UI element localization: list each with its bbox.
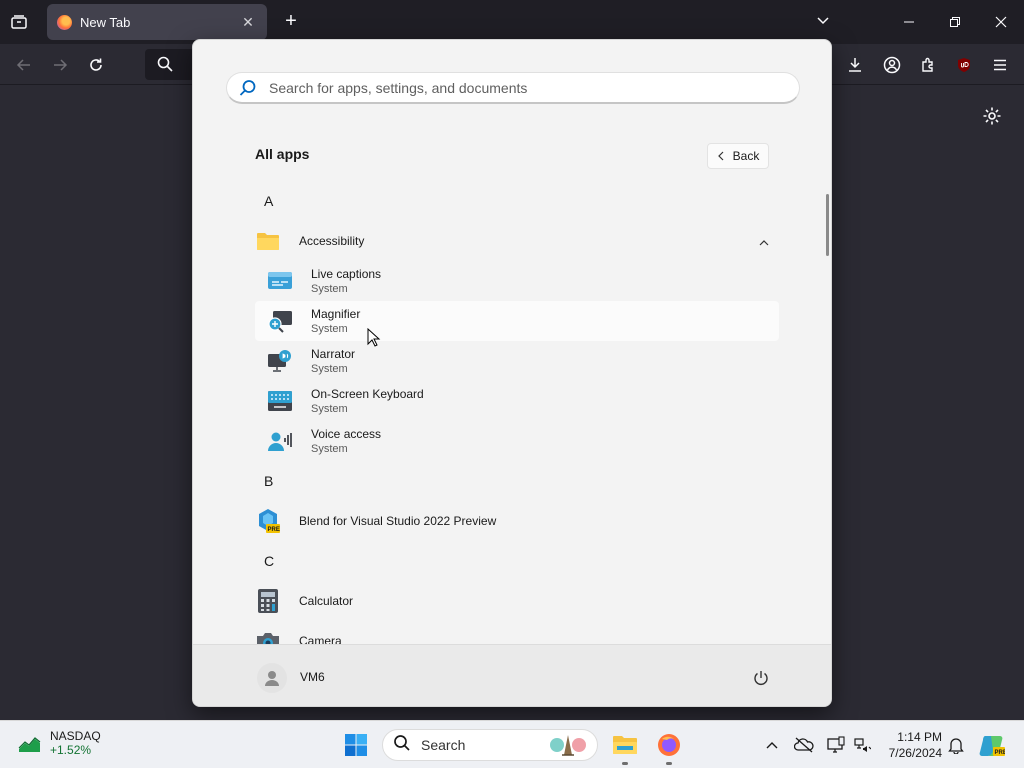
folder-name: Accessibility	[299, 234, 365, 248]
folder-icon	[255, 228, 281, 254]
blend-icon: PRE	[255, 508, 281, 534]
start-menu: All apps Back A Accessibility Live capti…	[192, 39, 832, 707]
taskbar: NASDAQ +1.52% Search 1:14 PM 7/26/2024 P…	[0, 720, 1024, 768]
display-settings-icon[interactable]	[826, 735, 846, 755]
mouse-cursor-icon	[367, 327, 381, 348]
menu-hamburger-icon[interactable]	[988, 53, 1012, 77]
onedrive-offline-icon[interactable]	[794, 735, 814, 755]
app-narrator[interactable]: Narrator System	[255, 341, 779, 381]
network-volume-icon[interactable]	[852, 735, 872, 755]
extensions-icon[interactable]	[916, 53, 940, 77]
taskbar-clock[interactable]: 1:14 PM 7/26/2024	[880, 729, 942, 761]
app-voice-access[interactable]: Voice access System	[255, 421, 779, 461]
app-publisher: System	[311, 443, 348, 455]
close-window-icon[interactable]	[989, 10, 1013, 34]
browser-tab-bar: New Tab ✕ +	[0, 0, 1024, 44]
user-name[interactable]: VM6	[300, 670, 325, 684]
tab-list-icon[interactable]	[8, 11, 30, 33]
app-list-scrollbar[interactable]	[826, 194, 829, 256]
keyboard-icon	[267, 388, 293, 414]
app-publisher: System	[311, 283, 348, 295]
app-calculator[interactable]: Calculator	[255, 581, 779, 621]
user-avatar-icon[interactable]	[257, 663, 287, 693]
search-icon	[157, 56, 173, 77]
svg-text:PRE: PRE	[268, 527, 280, 533]
app-name: Camera	[299, 634, 342, 644]
forward-arrow-icon[interactable]	[48, 53, 72, 77]
copilot-icon[interactable]: PRE	[974, 728, 1010, 762]
app-name: Narrator	[311, 347, 356, 361]
chevron-up-icon[interactable]	[762, 735, 782, 755]
app-magnifier[interactable]: Magnifier System	[255, 301, 779, 341]
account-icon[interactable]	[880, 53, 904, 77]
stock-change: +1.52%	[50, 743, 92, 757]
app-name: Blend for Visual Studio 2022 Preview	[299, 514, 497, 528]
restore-icon[interactable]	[943, 10, 967, 34]
app-name: On-Screen Keyboard	[311, 387, 424, 401]
app-name: Magnifier	[311, 307, 361, 321]
camera-icon	[255, 628, 281, 644]
all-apps-heading: All apps	[255, 146, 310, 162]
calculator-icon	[255, 588, 281, 614]
letter-header-b[interactable]: B	[264, 473, 273, 489]
app-camera[interactable]: Camera	[255, 621, 779, 644]
taskbar-search-label: Search	[421, 737, 466, 753]
folder-accessibility[interactable]: Accessibility	[255, 221, 779, 261]
new-tab-button[interactable]: +	[281, 11, 301, 32]
reload-icon[interactable]	[84, 53, 108, 77]
app-live-captions[interactable]: Live captions System	[255, 261, 779, 301]
search-highlight-icon	[547, 733, 589, 757]
live-captions-icon	[267, 268, 293, 294]
back-arrow-icon[interactable]	[12, 53, 36, 77]
running-indicator	[622, 762, 628, 765]
windows-start-icon[interactable]	[338, 728, 374, 762]
app-publisher: System	[311, 363, 348, 375]
chevron-up-icon	[759, 234, 769, 252]
letter-header-a[interactable]: A	[264, 193, 273, 209]
taskbar-search-box[interactable]: Search	[382, 729, 598, 761]
letter-header-c[interactable]: C	[264, 553, 274, 569]
power-icon[interactable]	[750, 667, 772, 689]
file-explorer-icon[interactable]	[607, 728, 643, 762]
page-settings-gear-icon[interactable]	[982, 106, 1002, 131]
firefox-taskbar-icon[interactable]	[651, 728, 687, 762]
start-search-input[interactable]	[269, 79, 749, 96]
minimize-icon[interactable]	[897, 10, 921, 34]
back-button[interactable]: Back	[707, 143, 769, 169]
all-apps-list: A Accessibility Live captions System Mag…	[193, 180, 831, 644]
running-indicator	[666, 762, 672, 765]
tab-title: New Tab	[80, 14, 131, 30]
search-icon	[393, 734, 411, 757]
stock-chart-icon	[18, 737, 41, 752]
tab-new-tab[interactable]: New Tab ✕	[47, 4, 267, 40]
clock-date: 7/26/2024	[888, 746, 942, 760]
app-publisher: System	[311, 323, 348, 335]
firefox-favicon-icon	[57, 14, 72, 30]
voice-access-icon	[267, 428, 293, 454]
chevron-left-icon	[717, 151, 724, 161]
list-all-tabs-icon[interactable]	[815, 13, 835, 31]
clock-time: 1:14 PM	[897, 730, 942, 744]
back-button-label: Back	[732, 149, 760, 163]
app-publisher: System	[311, 403, 348, 415]
app-blend-for-visual-studio[interactable]: PRE Blend for Visual Studio 2022 Preview	[255, 501, 779, 541]
stock-ticker: NASDAQ	[50, 729, 101, 743]
ublock-origin-icon[interactable]	[952, 53, 976, 77]
search-icon	[239, 79, 257, 97]
start-menu-footer: VM6	[193, 644, 831, 706]
start-search-box[interactable]	[226, 72, 800, 104]
app-name: Calculator	[299, 594, 354, 608]
tab-close-button[interactable]: ✕	[239, 14, 257, 31]
stock-widget[interactable]: NASDAQ +1.52%	[18, 729, 101, 757]
app-name: Voice access	[311, 427, 382, 441]
downloads-icon[interactable]	[843, 53, 867, 77]
narrator-icon	[267, 348, 293, 374]
app-on-screen-keyboard[interactable]: On-Screen Keyboard System	[255, 381, 779, 421]
notification-bell-icon[interactable]	[946, 735, 966, 755]
svg-text:PRE: PRE	[995, 750, 1006, 756]
app-name: Live captions	[311, 267, 382, 281]
magnifier-icon	[267, 308, 293, 334]
